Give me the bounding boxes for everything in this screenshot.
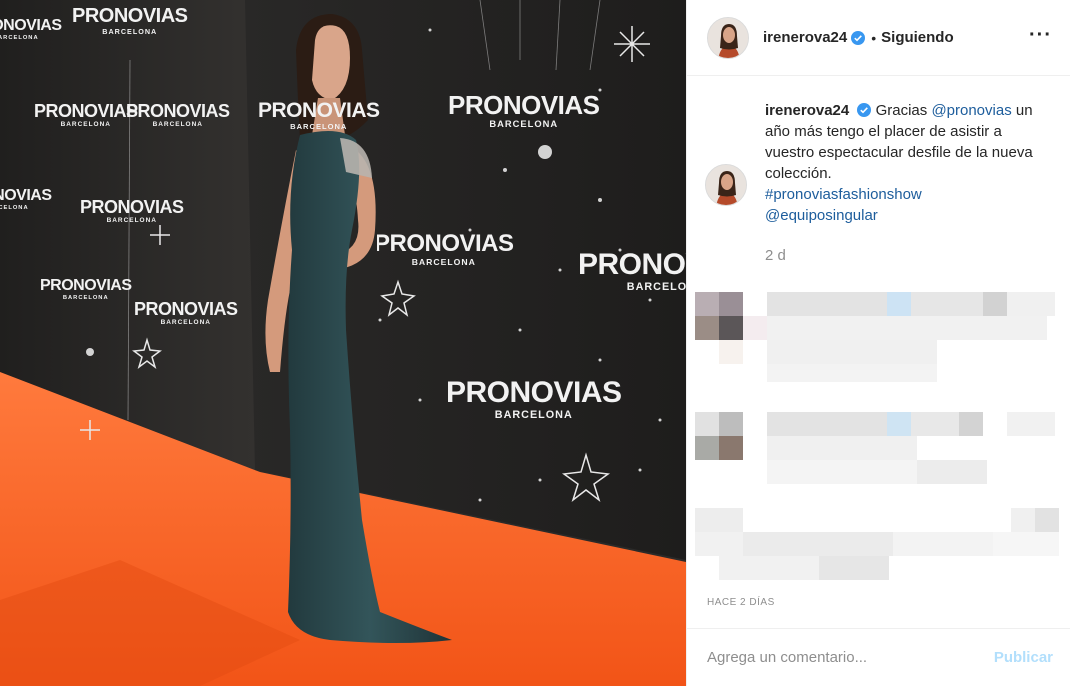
mention-link[interactable]: @pronovias	[931, 102, 1011, 119]
brand-logo: PRONOVIASBARCELONA	[446, 376, 622, 421]
avatar[interactable]	[705, 164, 747, 206]
profile-picture-icon	[708, 17, 748, 58]
comment-input[interactable]	[707, 649, 994, 666]
verified-badge-icon	[851, 30, 866, 45]
brand-logo: PRONOVIASBARCELONA	[374, 230, 514, 267]
caption: irenerova24 Gracias @pronovias un año má…	[705, 100, 1055, 226]
brand-logo: PRONOVIASBARCELONA	[126, 101, 230, 128]
list-item	[687, 508, 1070, 586]
mention-link[interactable]: @equiposingular	[765, 207, 878, 224]
caption-text: irenerova24 Gracias @pronovias un año má…	[765, 100, 1055, 226]
post-photo[interactable]: PRONOVIASBARCELONA PRONOVIASBARCELONA PR…	[0, 0, 686, 686]
hashtag-link[interactable]: #pronoviasfashionshow	[765, 186, 922, 203]
brand-logo: PRONOVIASBARCELONA	[0, 17, 62, 41]
brand-logo: PRONOVIASBARCELONA	[40, 277, 132, 301]
brand-logo: PRONOVIASBARCELONA	[0, 187, 52, 211]
post-username[interactable]: irenerova24	[763, 29, 847, 46]
list-item	[687, 292, 1070, 382]
brand-logo: PRONOVIASBARCELONA	[34, 101, 138, 128]
brand-logo: PRONOVIASBARCELONA	[72, 5, 188, 36]
list-item	[687, 412, 1070, 502]
more-options-icon[interactable]: ···	[1029, 25, 1052, 45]
brand-logo: PRONOVIASBARCELONA	[134, 299, 238, 326]
verified-badge-icon	[857, 103, 872, 117]
avatar[interactable]	[707, 16, 749, 59]
brand-logo: PRONOVIASBARCELONA	[258, 99, 380, 131]
caption-text-start: Gracias	[875, 102, 932, 119]
brand-logo: PRONOVIASBARCELONA	[80, 197, 184, 224]
comment-form: Publicar	[687, 628, 1070, 686]
brand-logo: PRONOVIASBARCELONA	[578, 248, 686, 293]
brand-logo: PRONOVIASBARCELONA	[448, 90, 600, 129]
caption-username[interactable]: irenerova24	[765, 102, 849, 119]
post-date[interactable]: HACE 2 DÍAS	[707, 597, 775, 608]
post-side-panel: irenerova24 • Siguiendo ··· irenerova24 …	[686, 0, 1070, 686]
post-header: irenerova24 • Siguiendo ···	[687, 0, 1070, 76]
follow-status-button[interactable]: Siguiendo	[881, 29, 954, 46]
separator-dot: •	[871, 29, 877, 46]
profile-picture-icon	[706, 165, 746, 205]
publish-button[interactable]: Publicar	[994, 649, 1053, 666]
caption-time-ago[interactable]: 2 d	[765, 247, 786, 264]
